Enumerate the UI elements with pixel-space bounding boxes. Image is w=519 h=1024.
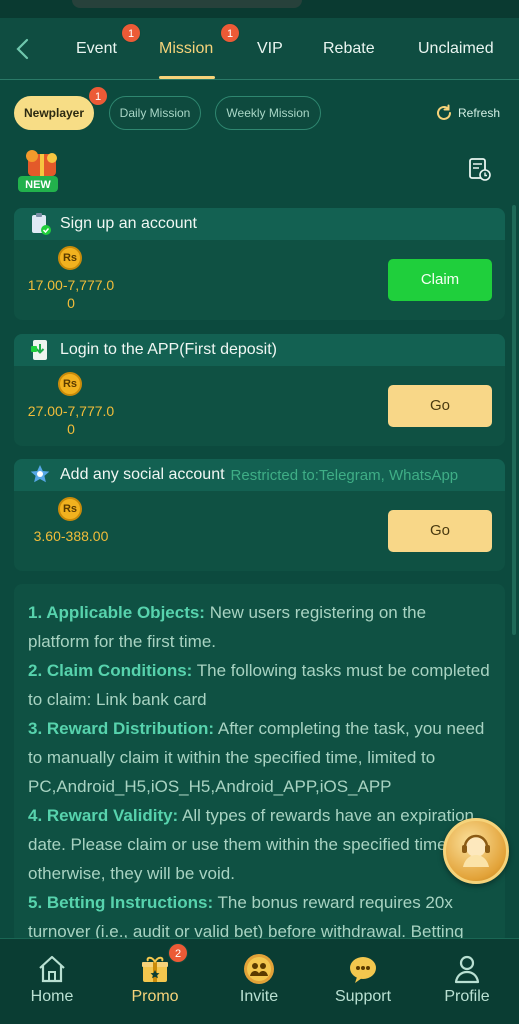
rule-item: 3. Reward Distribution: After completing… (28, 714, 491, 801)
pill-weekly-mission[interactable]: Weekly Mission (215, 96, 321, 130)
task-header: Sign up an account (14, 208, 505, 240)
tab-event-badge: 1 (121, 23, 141, 43)
top-tab-bar: Event 1 Mission 1 VIP Rebate Unclaimed (0, 18, 519, 80)
tab-rebate[interactable]: Rebate (323, 38, 375, 60)
gift-icon (142, 956, 168, 982)
active-tab-underline (159, 76, 215, 79)
nav-invite[interactable]: Invite (214, 939, 304, 1024)
invite-people-icon (244, 954, 274, 984)
go-button[interactable]: Go (388, 510, 492, 552)
nav-support[interactable]: Support (318, 939, 408, 1024)
nav-support-label: Support (334, 988, 392, 1005)
address-bar-edge (72, 0, 302, 8)
support-chat-icon (350, 957, 376, 983)
rule-heading: 5. Betting Instructions: (28, 893, 214, 912)
new-gift-icon: NEW (18, 150, 58, 192)
social-star-icon (30, 465, 50, 483)
tab-unclaimed[interactable]: Unclaimed (418, 38, 494, 60)
tab-mission[interactable]: Mission (159, 38, 213, 60)
floating-support-button[interactable] (443, 818, 509, 884)
restriction-note: Restricted to:Telegram, WhatsApp (230, 466, 459, 484)
rule-heading: 2. Claim Conditions: (28, 661, 193, 680)
app-download-icon (31, 340, 47, 360)
customer-service-icon (462, 834, 490, 867)
task-title: Sign up an account (60, 215, 197, 232)
home-icon (39, 955, 65, 983)
rule-item: 4. Reward Validity: All types of rewards… (28, 801, 491, 888)
nav-promo-label: Promo (131, 988, 179, 1005)
rupee-coin-icon: Rs (58, 372, 82, 396)
task-header: Add any social account Restricted to:Tel… (14, 459, 505, 491)
refresh-icon (437, 104, 451, 120)
profile-person-icon (454, 955, 480, 984)
tab-event[interactable]: Event (76, 38, 117, 60)
rule-heading: 3. Reward Distribution: (28, 719, 215, 738)
task-card-login-app: Login to the APP(First deposit) Rs 27.00… (14, 334, 505, 446)
refresh-label: Refresh (458, 106, 501, 120)
nav-profile[interactable]: Profile (422, 939, 512, 1024)
nav-profile-label: Profile (444, 988, 490, 1005)
pill-daily-mission[interactable]: Daily Mission (109, 96, 201, 130)
refresh-button[interactable]: Refresh (434, 102, 500, 124)
scrollbar[interactable] (512, 205, 516, 635)
nav-home[interactable]: Home (7, 939, 97, 1024)
rupee-coin-icon: Rs (58, 497, 82, 521)
go-button[interactable]: Go (388, 385, 492, 427)
back-arrow-icon[interactable] (12, 36, 34, 62)
task-card-signup: Sign up an account Rs 17.00-7,777.00 Cla… (14, 208, 505, 320)
task-title: Add any social account (60, 466, 225, 483)
nav-home-label: Home (30, 988, 74, 1005)
tab-vip[interactable]: VIP (257, 38, 283, 60)
claim-button[interactable]: Claim (388, 259, 492, 301)
task-header: Login to the APP(First deposit) (14, 334, 505, 366)
rule-item: 5. Betting Instructions: The bonus rewar… (28, 888, 491, 944)
rule-heading: 1. Applicable Objects: (28, 603, 205, 622)
task-card-social-account: Add any social account Restricted to:Tel… (14, 459, 505, 571)
rules-document-icon[interactable] (466, 156, 492, 182)
rule-item: 2. Claim Conditions: The following tasks… (28, 656, 491, 714)
rules-panel: 1. Applicable Objects: New users registe… (14, 584, 505, 944)
reward-amount: 17.00-7,777.00 (27, 277, 115, 311)
nav-promo[interactable]: Promo 2 (110, 939, 200, 1024)
pill-newplayer[interactable]: Newplayer (14, 96, 94, 130)
new-label: NEW (25, 179, 51, 191)
rule-item: 1. Applicable Objects: New users registe… (28, 598, 491, 656)
clipboard-icon (32, 213, 51, 235)
bottom-nav: Home Promo 2 Invite Support Profile (0, 938, 519, 1024)
nav-invite-label: Invite (239, 988, 279, 1005)
reward-amount: 3.60-388.00 (33, 528, 109, 544)
rupee-coin-icon: Rs (58, 246, 82, 270)
task-title: Login to the APP(First deposit) (60, 341, 277, 358)
tab-mission-badge: 1 (220, 23, 240, 43)
pill-newplayer-badge: 1 (88, 86, 108, 106)
nav-promo-badge: 2 (168, 943, 188, 963)
reward-amount: 27.00-7,777.00 (27, 403, 115, 437)
rule-heading: 4. Reward Validity: (28, 806, 179, 825)
